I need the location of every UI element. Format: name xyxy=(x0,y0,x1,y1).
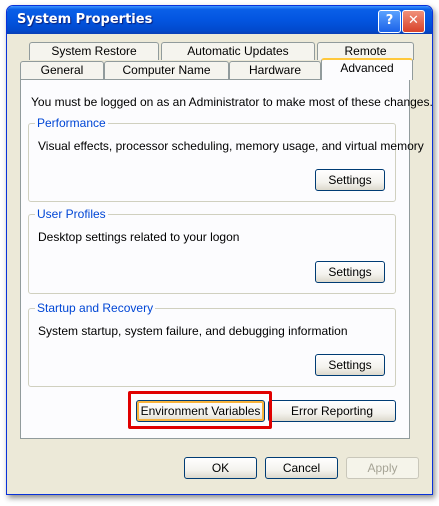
startup-recovery-settings-button[interactable]: Settings xyxy=(315,354,385,376)
tab-label: Hardware xyxy=(248,63,302,77)
user-profiles-title: User Profiles xyxy=(35,207,108,221)
tab-label: Remote xyxy=(344,44,387,58)
user-profiles-description: Desktop settings related to your logon xyxy=(38,230,240,244)
tab-label: General xyxy=(40,63,84,77)
window-title: System Properties xyxy=(17,12,153,27)
tab-label: Advanced xyxy=(340,61,394,75)
tab-label: Computer Name xyxy=(122,63,211,77)
help-icon: ? xyxy=(385,13,394,28)
ok-button[interactable]: OK xyxy=(184,457,257,479)
performance-settings-button[interactable]: Settings xyxy=(315,169,385,191)
error-reporting-button[interactable]: Error Reporting xyxy=(268,400,396,422)
startup-recovery-description: System startup, system failure, and debu… xyxy=(38,324,348,338)
tab-hardware[interactable]: Hardware xyxy=(229,61,321,79)
tab-automatic-updates[interactable]: Automatic Updates xyxy=(161,42,315,60)
performance-description: Visual effects, processor scheduling, me… xyxy=(38,139,424,153)
cancel-button[interactable]: Cancel xyxy=(265,457,338,479)
help-button[interactable]: ? xyxy=(378,10,401,33)
user-profiles-settings-button[interactable]: Settings xyxy=(315,261,385,283)
tab-label: Automatic Updates xyxy=(187,44,289,58)
performance-title: Performance xyxy=(35,116,108,130)
tab-label: System Restore xyxy=(51,44,137,58)
startup-recovery-title: Startup and Recovery xyxy=(35,301,156,315)
tab-system-restore[interactable]: System Restore xyxy=(29,42,159,60)
highlight-box xyxy=(128,391,272,429)
title-bar[interactable]: System Properties ? ✕ xyxy=(7,6,432,34)
tab-advanced[interactable]: Advanced xyxy=(321,58,413,80)
tab-general[interactable]: General xyxy=(20,61,104,79)
admin-notice: You must be logged on as an Administrato… xyxy=(31,95,433,109)
close-icon: ✕ xyxy=(408,13,419,28)
apply-button[interactable]: Apply xyxy=(346,457,419,479)
close-button[interactable]: ✕ xyxy=(402,10,425,33)
tab-computer-name[interactable]: Computer Name xyxy=(104,61,229,79)
